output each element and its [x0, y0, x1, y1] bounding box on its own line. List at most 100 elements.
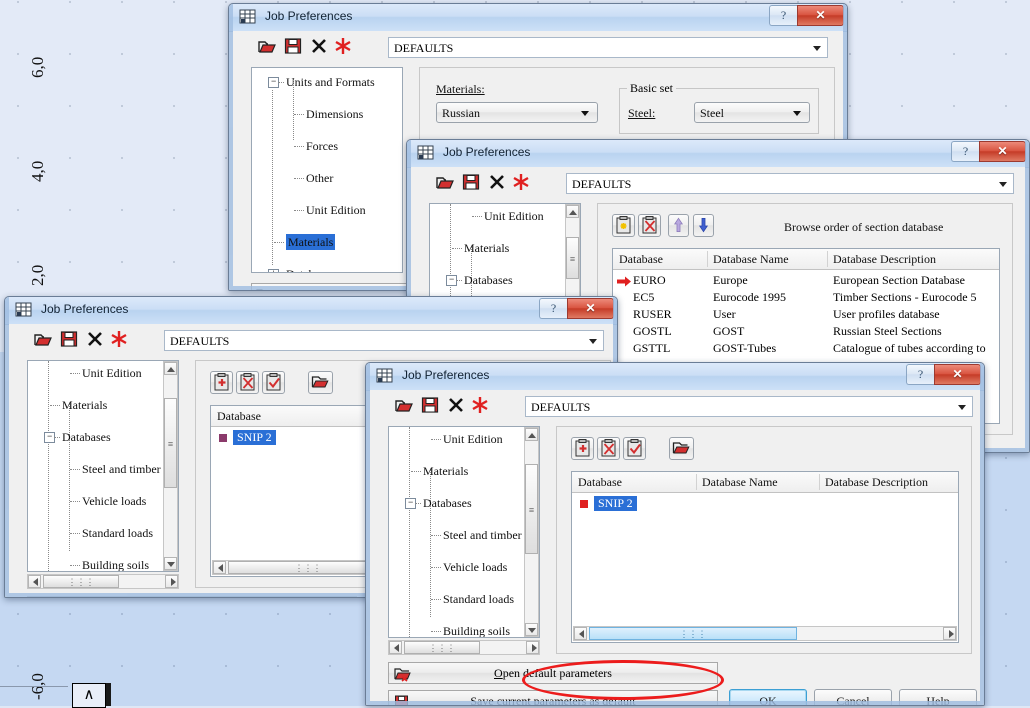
scroll-thumb[interactable]: ⋮⋮⋮ — [228, 561, 388, 574]
tree-node[interactable]: Unit Edition — [389, 431, 539, 447]
tree-node[interactable]: − Units and Formats — [252, 74, 402, 90]
steel-select[interactable]: Steel — [694, 102, 810, 123]
new-star-icon[interactable] — [109, 329, 129, 349]
open-folder-icon[interactable] — [33, 329, 53, 349]
scroll-left-button[interactable] — [213, 561, 226, 574]
clipboard-delete-button[interactable] — [597, 437, 620, 460]
scroll-right-button[interactable] — [943, 627, 956, 640]
clipboard-new-button[interactable] — [612, 214, 635, 237]
tree-node[interactable]: Dimensions — [252, 106, 402, 122]
tree-node[interactable]: Standard loads — [28, 525, 178, 541]
preferences-tree-1[interactable]: − Units and Formats Dimensions Forces Ot… — [251, 67, 403, 273]
scroll-down-button[interactable] — [164, 557, 177, 570]
delete-x-icon[interactable] — [85, 329, 105, 349]
toolbar-4[interactable]: DEFAULTS — [370, 390, 980, 420]
titlebar-buttons-4[interactable]: ? ✕ — [906, 364, 981, 385]
new-star-icon[interactable] — [470, 395, 490, 415]
tree-node-databases[interactable]: − Databases — [389, 495, 539, 511]
scroll-thumb[interactable]: ≡ — [566, 237, 579, 279]
titlebar-3[interactable]: Job Preferences ? ✕ — [5, 297, 617, 325]
clipboard-delete-button[interactable] — [638, 214, 661, 237]
tree-vscrollbar-3[interactable]: ≡ — [163, 361, 178, 571]
open-default-parameters-button-4[interactable]: Open default parameters — [388, 662, 718, 684]
clipboard-add-button[interactable] — [210, 371, 233, 394]
tree-node-databases[interactable]: − Databases — [430, 272, 580, 288]
tree-node[interactable]: Materials — [389, 463, 539, 479]
titlebar-1[interactable]: Job Preferences ? ✕ — [229, 4, 847, 32]
scroll-down-button[interactable] — [525, 623, 538, 636]
help-button-2[interactable]: ? — [951, 141, 979, 162]
toolbar-1[interactable]: DEFAULTS — [233, 31, 843, 61]
table-row[interactable]: GOSTL GOST Russian Steel Sections — [613, 324, 999, 341]
open-database-button[interactable] — [308, 371, 333, 394]
tree-node[interactable]: Other — [252, 170, 402, 186]
delete-x-icon[interactable] — [446, 395, 466, 415]
table-row[interactable]: RUSER User User profiles database — [613, 307, 999, 324]
job-preferences-window-4[interactable]: Job Preferences ? ✕ DEFAULTS Unit Editio… — [365, 362, 985, 706]
tree-node[interactable]: Unit Edition — [430, 208, 580, 224]
save-disk-icon[interactable] — [461, 172, 481, 192]
tree-node[interactable]: Standard loads — [389, 591, 539, 607]
tree-node[interactable]: Vehicle loads — [28, 493, 178, 509]
toolbar-3[interactable]: DEFAULTS — [9, 324, 613, 354]
expand-plus-icon[interactable]: + — [268, 269, 279, 272]
table-row[interactable]: GSTTL GOST-Tubes Catalogue of tubes acco… — [613, 341, 999, 358]
tree-node[interactable]: Steel and timber s — [389, 527, 539, 543]
new-star-icon[interactable] — [333, 36, 353, 56]
clipboard-add-button[interactable] — [571, 437, 594, 460]
toolbar-2[interactable]: DEFAULTS — [411, 167, 1025, 197]
save-default-parameters-button-4[interactable]: Save current parameters as default — [388, 690, 718, 705]
move-down-button[interactable] — [693, 214, 714, 237]
close-button-3[interactable]: ✕ — [567, 298, 614, 319]
tree-node-databases[interactable]: + Databases — [252, 266, 402, 272]
help-button-3[interactable]: ? — [539, 298, 567, 319]
tree-hscrollbar-3[interactable]: ⋮⋮⋮ — [27, 574, 179, 589]
tree-hscrollbar-4[interactable]: ⋮⋮⋮ — [388, 640, 540, 655]
table-row[interactable]: SNIP 2 — [572, 496, 958, 513]
scroll-up-button[interactable] — [566, 205, 579, 218]
open-folder-icon[interactable] — [435, 172, 455, 192]
tree-node[interactable]: Unit Edition — [252, 202, 402, 218]
titlebar-buttons-2[interactable]: ? ✕ — [951, 141, 1026, 162]
delete-x-icon[interactable] — [309, 36, 329, 56]
close-button-2[interactable]: ✕ — [979, 141, 1026, 162]
profile-combo-2[interactable]: DEFAULTS — [566, 173, 1014, 194]
cancel-button[interactable]: Cancel — [814, 689, 892, 705]
open-database-button[interactable] — [669, 437, 694, 460]
close-button-4[interactable]: ✕ — [934, 364, 981, 385]
table-row[interactable]: EC5 Eurocode 1995 Timber Sections - Euro… — [613, 290, 999, 307]
open-folder-icon[interactable] — [257, 36, 277, 56]
scroll-right-button[interactable] — [526, 641, 539, 654]
clipboard-check-button[interactable] — [623, 437, 646, 460]
scroll-thumb[interactable]: ⋮⋮⋮ — [43, 575, 119, 588]
scroll-thumb[interactable]: ≡ — [525, 464, 538, 554]
tree-node[interactable]: Materials — [430, 240, 580, 256]
move-up-button[interactable] — [668, 214, 689, 237]
ok-button[interactable]: OK — [729, 689, 807, 705]
scroll-up-button[interactable] — [525, 428, 538, 441]
save-disk-icon[interactable] — [59, 329, 79, 349]
database-grid-4[interactable]: Database Database Name Database Descript… — [571, 471, 959, 643]
open-folder-icon[interactable] — [394, 395, 414, 415]
delete-x-icon[interactable] — [487, 172, 507, 192]
tree-node-materials[interactable]: Materials — [252, 234, 402, 250]
tree-node[interactable]: Forces — [252, 138, 402, 154]
save-disk-icon[interactable] — [420, 395, 440, 415]
scroll-up-button[interactable] — [164, 362, 177, 375]
scroll-left-button[interactable] — [28, 575, 41, 588]
scroll-right-button[interactable] — [165, 575, 178, 588]
profile-combo-4[interactable]: DEFAULTS — [525, 396, 973, 417]
profile-combo-3[interactable]: DEFAULTS — [164, 330, 604, 351]
tree-node[interactable]: Steel and timber s — [28, 461, 178, 477]
tree-node[interactable]: Vehicle loads — [389, 559, 539, 575]
table-row[interactable]: EURO Europe European Section Database — [613, 273, 999, 290]
help-button-1[interactable]: ? — [769, 5, 797, 26]
materials-select[interactable]: Russian — [436, 102, 598, 123]
preferences-tree-4[interactable]: Unit Edition Materials − Databases Steel… — [388, 426, 540, 638]
save-disk-icon[interactable] — [283, 36, 303, 56]
tree-node[interactable]: Building soils — [389, 623, 539, 637]
titlebar-2[interactable]: Job Preferences ? ✕ — [407, 140, 1029, 168]
clipboard-check-button[interactable] — [262, 371, 285, 394]
tree-vscrollbar-4[interactable]: ≡ — [524, 427, 539, 637]
scroll-thumb[interactable]: ⋮⋮⋮ — [589, 627, 797, 640]
